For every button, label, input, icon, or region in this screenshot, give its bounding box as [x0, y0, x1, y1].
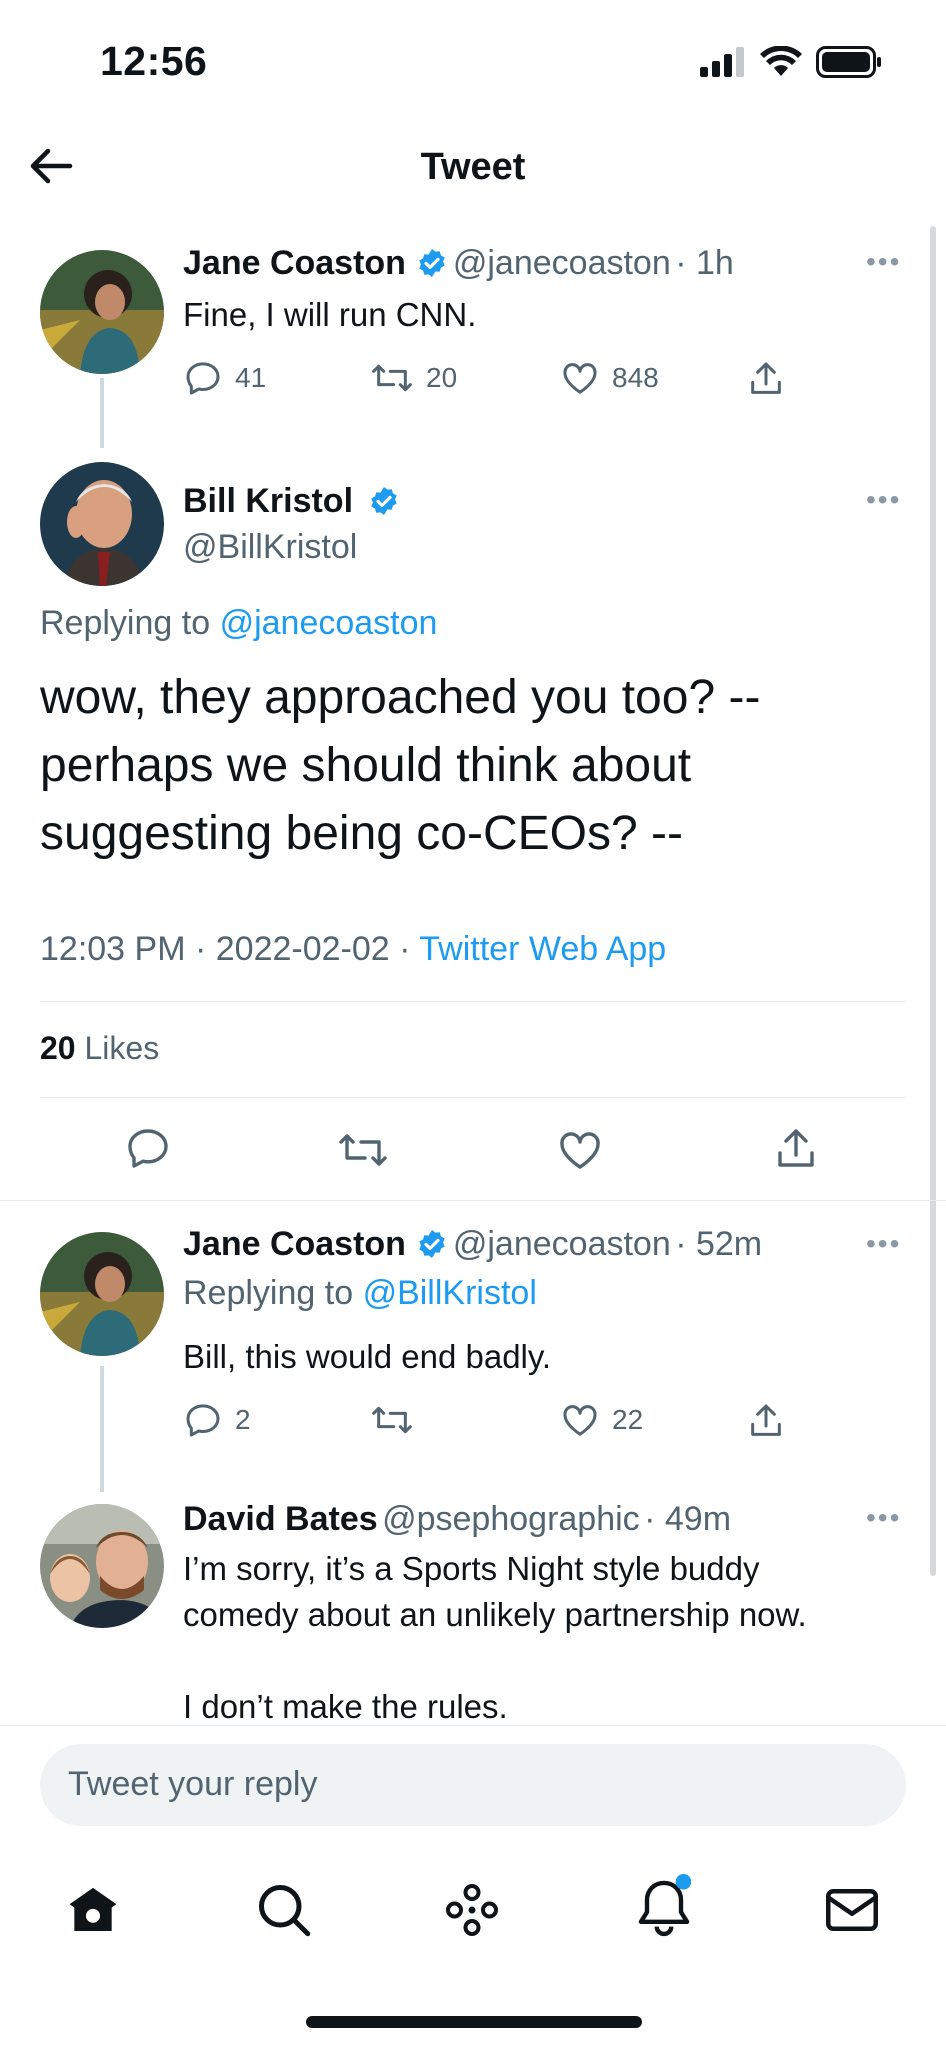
- main-reply-button[interactable]: [124, 1124, 172, 1172]
- author-handle: @psephographic: [382, 1500, 640, 1538]
- verified-badge-icon: [419, 1230, 446, 1258]
- home-indicator: [306, 2016, 642, 2028]
- reply2-clip: David Bates @psephographic · 49m ••• I’m…: [0, 1480, 946, 1725]
- more-button[interactable]: •••: [866, 1228, 901, 1260]
- reply-icon: [186, 362, 220, 395]
- reply-action[interactable]: 41: [183, 358, 266, 398]
- author-handle: @janecoaston: [452, 1225, 671, 1263]
- search-icon: [259, 1885, 311, 1937]
- likes-summary[interactable]: 20 Likes: [40, 1030, 159, 1067]
- tweet-text: Bill, this would end badly.: [183, 1338, 552, 1375]
- status-icons: [700, 46, 882, 78]
- thread-line: [100, 378, 104, 448]
- main-like-button[interactable]: [556, 1126, 604, 1174]
- avatar-jane-coaston[interactable]: [40, 1232, 164, 1356]
- author-handle: @janecoaston: [452, 244, 671, 282]
- tweet-time: · 49m: [644, 1500, 732, 1538]
- tweet-time: · 52m: [675, 1225, 763, 1263]
- tweet-text: I’m sorry, it’s a Sports Night style bud…: [183, 1550, 807, 1725]
- spaces-icon: [446, 1884, 498, 1936]
- thread-line: [100, 1366, 104, 1492]
- main-retweet-button[interactable]: [336, 1126, 390, 1174]
- retweet-action[interactable]: 20: [370, 358, 457, 398]
- battery-icon: [816, 46, 881, 78]
- retweet-icon: [372, 1406, 412, 1434]
- status-time: 12:56: [100, 38, 208, 84]
- messages-icon: [826, 1889, 878, 1931]
- reply2-header[interactable]: David Bates @psephographic · 49m: [183, 1500, 731, 1539]
- author-name: Jane Coaston: [183, 244, 406, 282]
- main-tweet-text: wow, they approached you too? -- perhaps…: [40, 671, 761, 860]
- tab-search[interactable]: [254, 1880, 314, 1940]
- more-icon: •••: [866, 484, 902, 515]
- replying-to-link[interactable]: @BillKristol: [363, 1274, 537, 1312]
- share-icon: [778, 1129, 814, 1167]
- verified-badge-icon: [371, 487, 398, 515]
- signal-icon: [700, 47, 744, 77]
- avatar-bill-kristol[interactable]: [40, 462, 164, 586]
- source-link[interactable]: Twitter Web App: [419, 930, 666, 968]
- replying-to: Replying to @janecoaston: [40, 604, 438, 642]
- like-action[interactable]: 848: [560, 358, 659, 398]
- like-action[interactable]: 22: [560, 1400, 643, 1440]
- retweet-action[interactable]: [370, 1400, 414, 1440]
- avatar-jane-coaston[interactable]: [40, 250, 164, 374]
- author-name: David Bates: [183, 1500, 378, 1538]
- composer-divider: [0, 1725, 946, 1726]
- replying-to: Replying to @BillKristol: [183, 1274, 537, 1312]
- more-icon: •••: [866, 1502, 902, 1533]
- tweet1-header[interactable]: Jane Coaston @janecoaston · 1h: [183, 244, 734, 283]
- replying-to-link[interactable]: @janecoaston: [220, 604, 438, 642]
- author-name: Jane Coaston: [183, 1225, 406, 1263]
- share-action[interactable]: [746, 358, 786, 400]
- like-icon: [563, 363, 597, 394]
- tweet-timestamp: 12:03 PM · 2022-02-02 · Twitter Web App: [40, 930, 667, 968]
- retweet-count: 20: [426, 362, 458, 393]
- reply-icon: [128, 1129, 168, 1168]
- tweet-time: · 1h: [675, 244, 734, 282]
- tab-notifications[interactable]: [632, 1872, 696, 1940]
- like-count: 22: [612, 1404, 644, 1435]
- divider: [40, 1001, 906, 1002]
- more-icon: •••: [866, 1228, 902, 1259]
- retweet-icon: [372, 364, 412, 392]
- page-title: Tweet: [420, 146, 526, 188]
- retweet-icon: [339, 1134, 387, 1166]
- verified-badge-icon: [419, 249, 446, 277]
- notifications-icon: [638, 1873, 692, 1937]
- divider: [0, 1200, 946, 1201]
- reply-count: 2: [235, 1404, 251, 1435]
- main-share-button[interactable]: [772, 1124, 820, 1174]
- reply-input-placeholder: Tweet your reply: [68, 1765, 318, 1803]
- more-button[interactable]: •••: [866, 484, 901, 516]
- wifi-icon: [760, 46, 802, 76]
- tab-spaces[interactable]: [442, 1880, 502, 1940]
- tweet-text: Fine, I will run CNN.: [183, 296, 477, 333]
- reply-icon: [186, 1404, 220, 1437]
- like-icon: [560, 1132, 600, 1169]
- more-button[interactable]: •••: [866, 246, 901, 278]
- more-icon: •••: [866, 246, 902, 277]
- share-icon: [751, 1404, 781, 1436]
- tab-home[interactable]: [64, 1882, 122, 1938]
- home-icon: [69, 1887, 117, 1931]
- author-handle[interactable]: @BillKristol: [183, 528, 357, 567]
- author-name[interactable]: Bill Kristol: [183, 482, 400, 521]
- reply-action[interactable]: 2: [183, 1400, 251, 1440]
- like-icon: [563, 1405, 597, 1436]
- divider: [40, 1097, 906, 1098]
- avatar-david-bates[interactable]: [40, 1504, 164, 1628]
- reply1-header[interactable]: Jane Coaston @janecoaston · 52m: [183, 1225, 762, 1264]
- reply-count: 41: [235, 362, 267, 393]
- share-action[interactable]: [746, 1400, 786, 1442]
- like-count: 848: [612, 362, 659, 393]
- tab-messages[interactable]: [822, 1880, 882, 1940]
- share-icon: [751, 362, 781, 394]
- more-button[interactable]: •••: [866, 1502, 901, 1534]
- scrollbar[interactable]: [930, 226, 936, 1576]
